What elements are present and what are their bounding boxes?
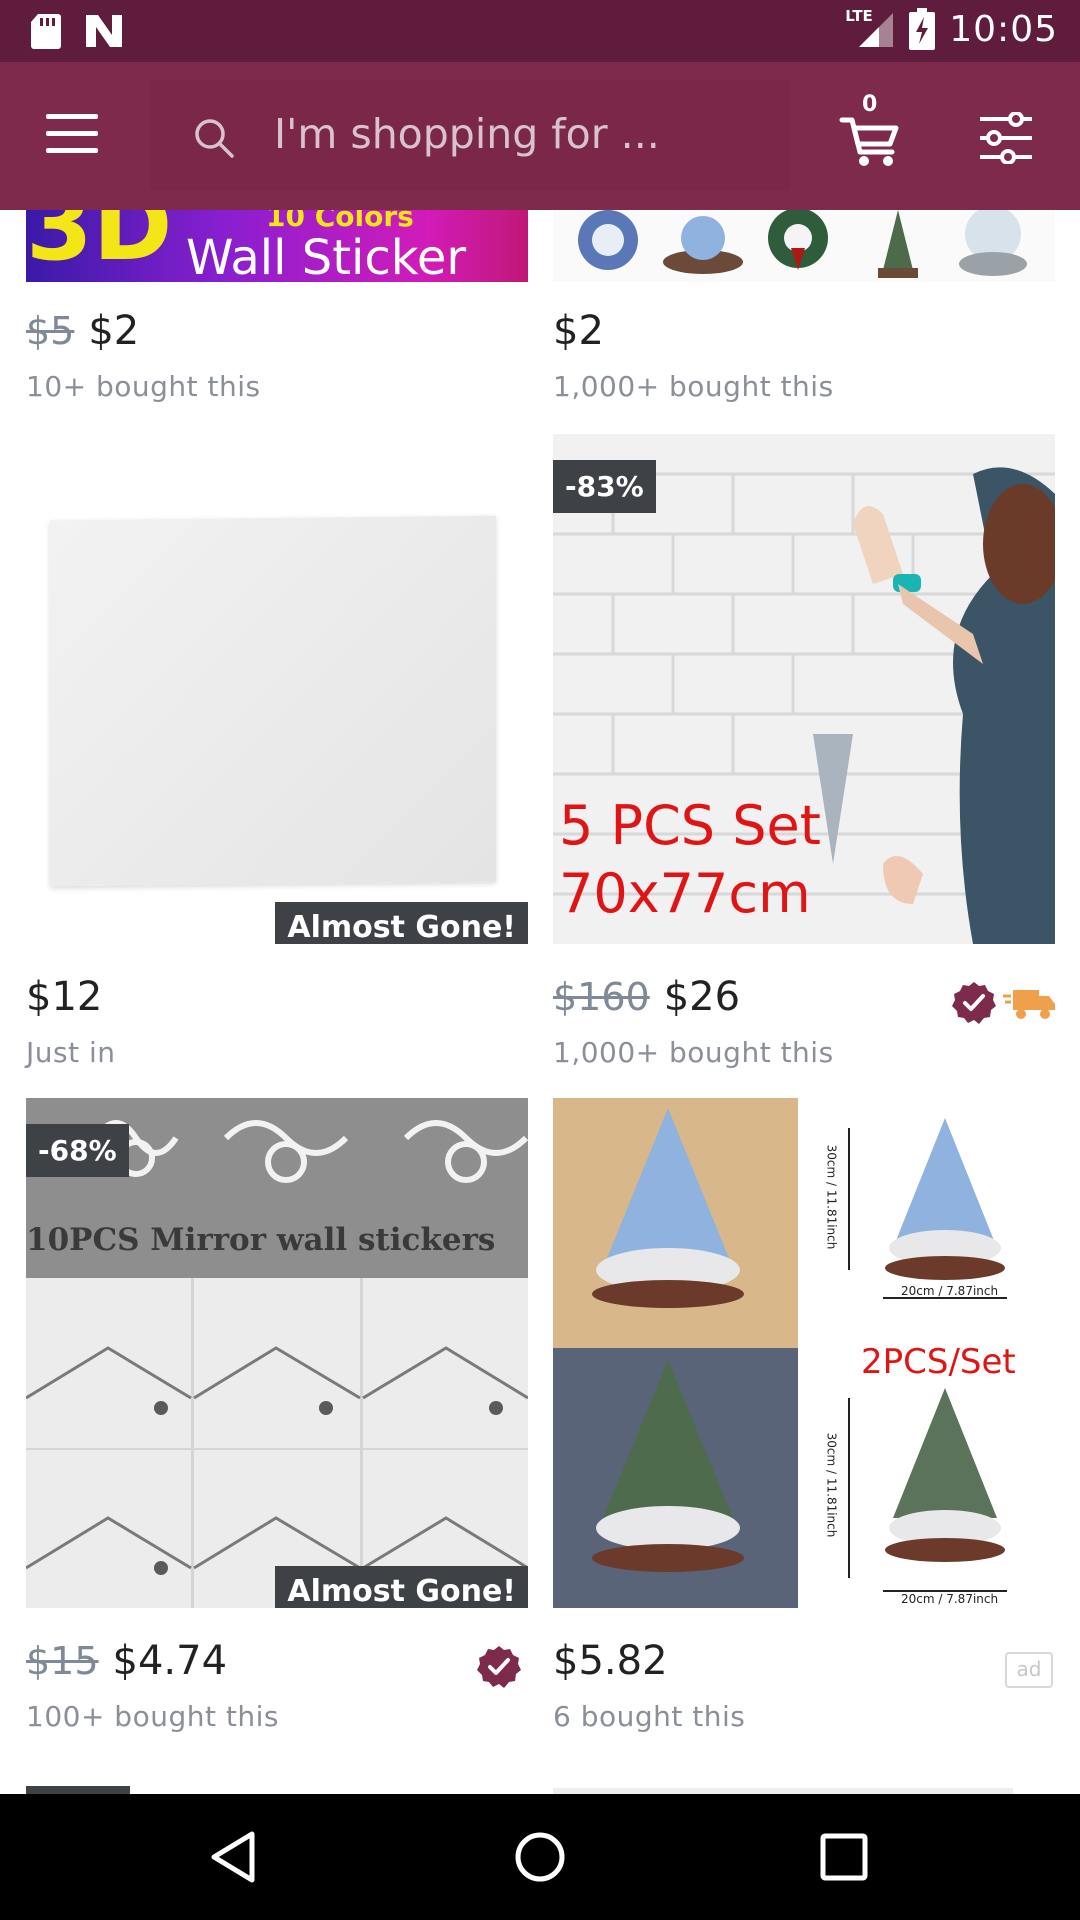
price: $26 xyxy=(663,974,741,1020)
product-image[interactable]: -68% 10PCS Mirror wall stickers Almost G… xyxy=(26,1098,528,1608)
verified-icon xyxy=(952,982,996,1024)
filter-icon[interactable] xyxy=(978,111,1034,165)
product-image[interactable]: 3D 10 Colors Wall Sticker xyxy=(26,210,528,282)
shipping-truck-icon xyxy=(1003,990,1055,1019)
cart-button[interactable]: 0 xyxy=(838,92,902,168)
dimension-label: 30cm / 11.81inch xyxy=(824,1144,839,1250)
set-label: 2PCS/Set xyxy=(861,1342,1016,1382)
original-price: $15 xyxy=(26,1639,99,1683)
home-icon[interactable] xyxy=(507,1824,573,1890)
app-notification-icon xyxy=(86,15,122,47)
price: $2 xyxy=(88,308,140,354)
product-image-logo: 3D xyxy=(26,210,173,282)
sold-count: 1,000+ bought this xyxy=(553,1036,834,1069)
verified-icon xyxy=(477,1646,521,1688)
price: $2 xyxy=(553,308,604,354)
discount-badge: -83% xyxy=(553,460,656,513)
product-card[interactable]: -83% 5 PCS Set 70x77cm $160 $26 1,000+ b… xyxy=(553,434,1055,1069)
dimension-label: 30cm / 11.81inch xyxy=(824,1432,839,1538)
battery-charging-icon xyxy=(909,8,936,50)
dimension-label: 20cm / 7.87inch xyxy=(901,1592,999,1606)
almost-gone-badge: Almost Gone! xyxy=(275,902,528,944)
price: $5.82 xyxy=(553,1638,668,1684)
price: $12 xyxy=(26,974,103,1020)
sd-card-icon xyxy=(31,14,61,49)
product-image-text: 70x77cm xyxy=(559,862,811,925)
product-card[interactable]: Almost Gone! $12 Just in xyxy=(26,434,528,1069)
recent-apps-icon[interactable] xyxy=(811,1824,877,1890)
original-price: $160 xyxy=(553,975,650,1019)
next-card-peek xyxy=(26,1786,130,1794)
signal-icon: LTE xyxy=(845,7,895,49)
product-image[interactable]: Almost Gone! xyxy=(26,434,528,944)
app-bar: I'm shopping for ... 0 xyxy=(0,62,1080,210)
product-card[interactable]: -68% 10PCS Mirror wall stickers Almost G… xyxy=(26,1098,528,1733)
sold-count: 10+ bought this xyxy=(26,370,261,403)
status-time: 10:05 xyxy=(949,8,1058,50)
product-image-caption: 10PCS Mirror wall stickers xyxy=(26,1222,496,1258)
dimension-label: 20cm / 7.87inch xyxy=(901,1284,999,1298)
search-bar[interactable]: I'm shopping for ... xyxy=(150,80,790,190)
menu-icon[interactable] xyxy=(46,114,98,156)
navigation-bar xyxy=(0,1794,1080,1920)
product-image[interactable]: 2PCS/Set 20cm / 7.87inch 20cm / 7.87inch… xyxy=(553,1098,1055,1608)
search-input[interactable]: I'm shopping for ... xyxy=(274,110,660,158)
original-price: $5 xyxy=(26,309,75,353)
sold-count: 100+ bought this xyxy=(26,1700,279,1733)
price: $4.74 xyxy=(112,1638,228,1684)
product-image-text: Wall Sticker xyxy=(186,230,467,282)
discount-badge: -68% xyxy=(26,1124,129,1177)
search-icon xyxy=(195,119,234,158)
almost-gone-badge: Almost Gone! xyxy=(275,1566,528,1608)
white-panel-graphic xyxy=(50,515,496,887)
product-image[interactable] xyxy=(553,210,1055,282)
sold-count: 1,000+ bought this xyxy=(553,370,834,403)
product-image-text: 5 PCS Set xyxy=(559,794,821,857)
product-image[interactable]: -83% 5 PCS Set 70x77cm xyxy=(553,434,1055,944)
cart-icon xyxy=(839,117,899,166)
status-bar: LTE 10:05 xyxy=(0,0,1080,62)
product-card[interactable]: 3D 10 Colors Wall Sticker $5 $2 10+ boug… xyxy=(26,210,528,410)
sold-count: 6 bought this xyxy=(553,1700,746,1733)
product-card[interactable]: 2PCS/Set 20cm / 7.87inch 20cm / 7.87inch… xyxy=(553,1098,1055,1733)
back-icon[interactable] xyxy=(204,1824,270,1890)
ad-label: ad xyxy=(1005,1652,1053,1688)
product-feed[interactable]: 3D 10 Colors Wall Sticker $5 $2 10+ boug… xyxy=(0,210,1080,1794)
product-card[interactable]: $2 1,000+ bought this xyxy=(553,210,1055,410)
ornament-thumbnails xyxy=(578,210,1027,278)
sold-count: Just in xyxy=(26,1036,116,1069)
